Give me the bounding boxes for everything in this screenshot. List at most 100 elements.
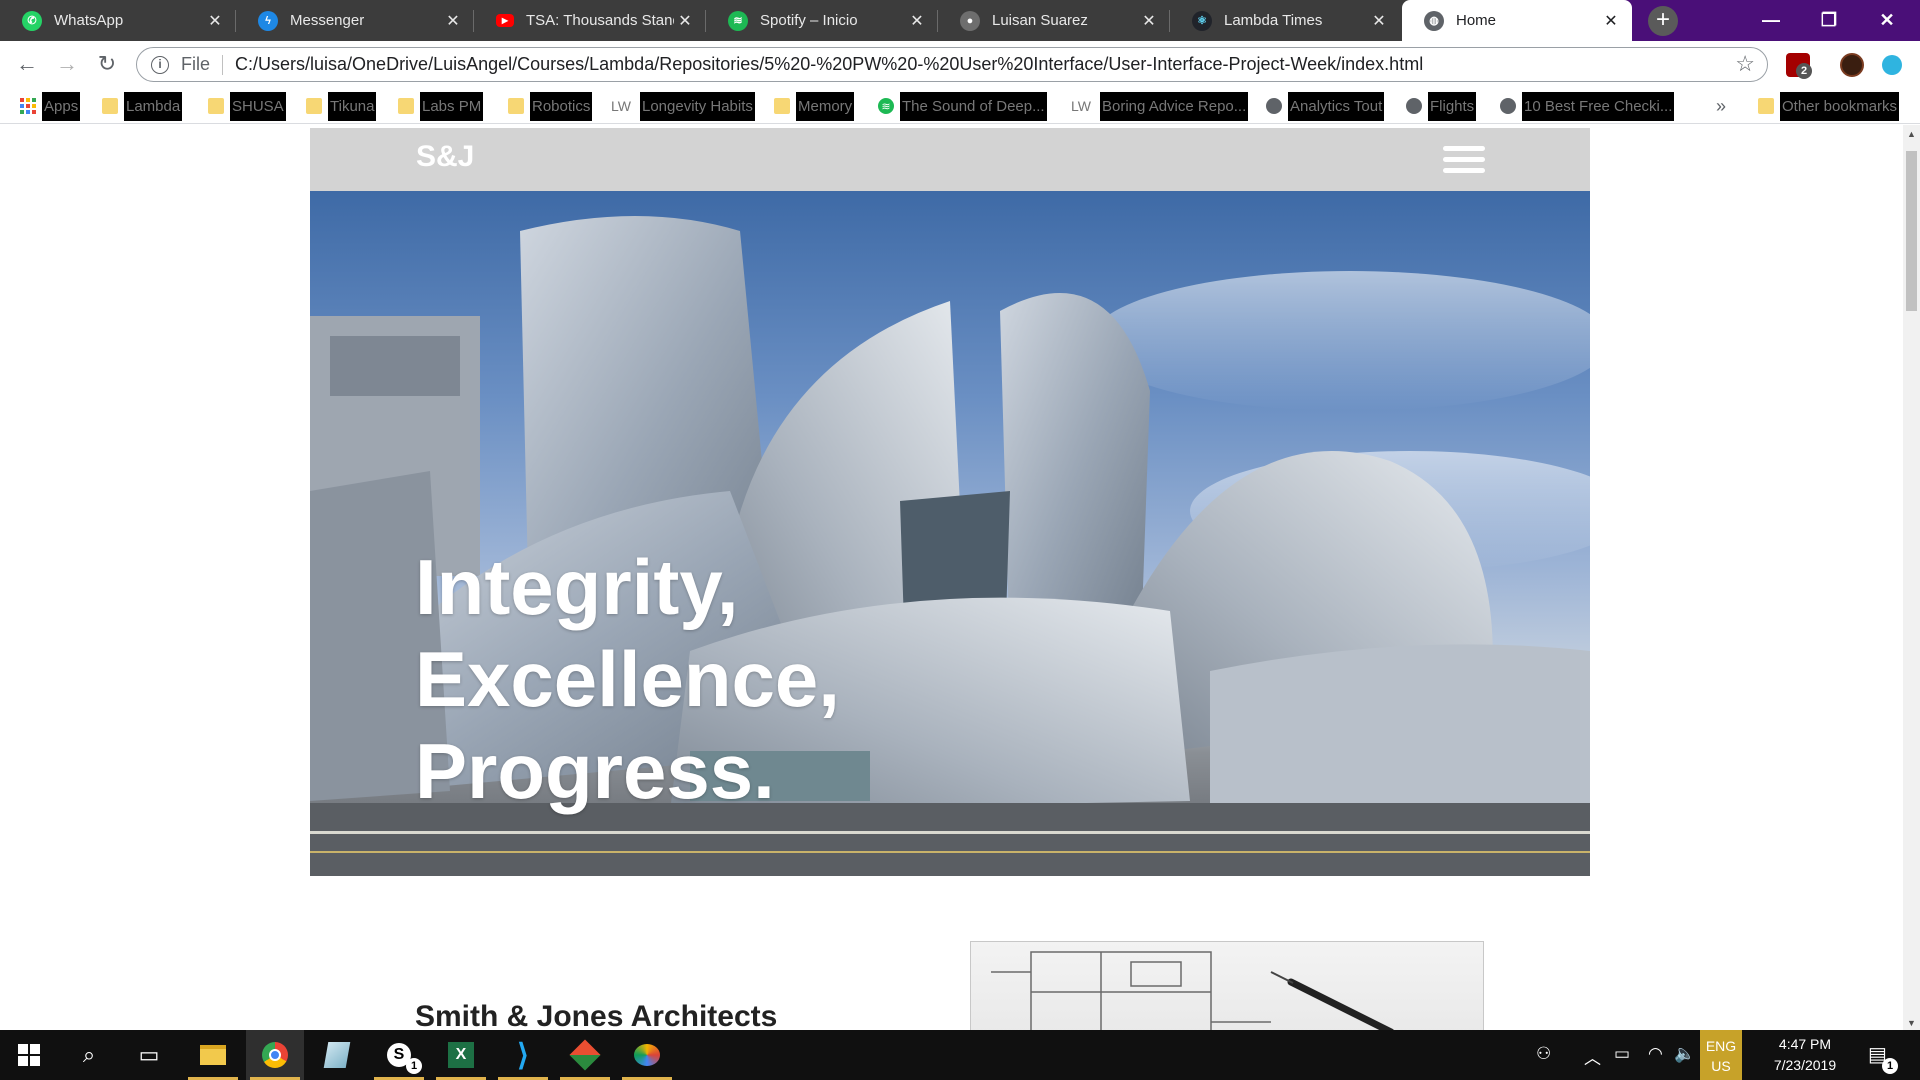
profile-avatar[interactable] — [1840, 53, 1864, 77]
extension-icon[interactable] — [1882, 55, 1902, 75]
info-icon[interactable]: i — [151, 55, 169, 74]
scroll-down-arrow[interactable]: ▼ — [1903, 1018, 1920, 1028]
tab-spotify[interactable]: ≋ Spotify – Inicio ✕ — [706, 0, 938, 41]
windows-logo-icon — [18, 1044, 40, 1066]
scroll-up-arrow[interactable]: ▲ — [1903, 129, 1920, 139]
whatsapp-icon: ✆ — [22, 10, 42, 31]
bookmark-label: Labs PM — [420, 91, 484, 121]
minimize-button[interactable]: — — [1742, 0, 1800, 41]
bookmark-folder-memory[interactable]: Memory — [774, 88, 855, 124]
show-hidden-icons[interactable]: ︿ — [1584, 1044, 1601, 1069]
folder-icon — [398, 98, 414, 114]
bookmark-folder-labs-pm[interactable]: Labs PM — [398, 88, 484, 124]
people-icon[interactable]: ⚇ — [1536, 1044, 1551, 1064]
site-logo[interactable]: S&J — [416, 140, 474, 174]
bookmark-label: The Sound of Deep... — [900, 91, 1047, 121]
close-tab-icon[interactable]: ✕ — [674, 11, 696, 31]
taskbar-vscode[interactable]: ⟩ — [494, 1030, 552, 1080]
apps-grid-icon — [20, 98, 36, 114]
restore-button[interactable]: ❐ — [1800, 0, 1858, 41]
bookmark-longevity-habits[interactable]: LW Longevity Habits — [608, 88, 755, 124]
git-icon — [569, 1039, 601, 1071]
taskbar-app[interactable] — [308, 1030, 366, 1080]
forward-button[interactable]: → — [51, 49, 83, 81]
tab-messenger[interactable]: ϟ Messenger ✕ — [236, 0, 474, 41]
bookmark-label: Robotics — [530, 91, 593, 121]
folder-icon — [1758, 98, 1774, 114]
other-bookmarks-folder[interactable]: Other bookmarks — [1758, 88, 1900, 124]
windows-taskbar: ⌕ ▭ S 1 X ⟩ ⚇ ︿ ▭ ◠ 🔈 ENG US 4:47 PM 7/2… — [0, 1030, 1920, 1080]
bookmark-label: Boring Advice Repo... — [1100, 91, 1249, 121]
bookmark-folder-robotics[interactable]: Robotics — [508, 88, 593, 124]
address-bar[interactable]: i File C:/Users/luisa/OneDrive/LuisAngel… — [136, 47, 1768, 82]
chrome-icon — [262, 1042, 288, 1068]
search-icon: ⌕ — [82, 1042, 96, 1067]
tab-lambda-times[interactable]: ⚛ Lambda Times ✕ — [1170, 0, 1400, 41]
tab-home[interactable]: ◍ Home ✕ — [1402, 0, 1632, 41]
bookmark-label: SHUSA — [230, 91, 286, 121]
bookmark-boring-advice[interactable]: LW Boring Advice Repo... — [1068, 88, 1249, 124]
hero-line: Excellence, — [415, 635, 840, 723]
bookmark-folder-shusa[interactable]: SHUSA — [208, 88, 286, 124]
tab-title: WhatsApp — [54, 12, 124, 29]
bookmark-flights[interactable]: Flights — [1406, 88, 1477, 124]
folder-icon — [508, 98, 524, 114]
excel-icon: X — [448, 1042, 474, 1068]
taskbar-file-explorer[interactable] — [184, 1030, 242, 1080]
bookmarks-overflow-button[interactable]: » — [1716, 88, 1726, 124]
folder-icon — [306, 98, 322, 114]
search-button[interactable]: ⌕ — [60, 1030, 118, 1080]
bookmark-folder-lambda[interactable]: Lambda — [102, 88, 183, 124]
folder-icon — [208, 98, 224, 114]
wifi-icon[interactable]: ◠ — [1648, 1044, 1663, 1064]
bookmark-best-free-checking[interactable]: 10 Best Free Checki... — [1500, 88, 1675, 124]
close-tab-icon[interactable]: ✕ — [1600, 11, 1622, 31]
bookmark-label: Analytics Tout — [1288, 91, 1385, 121]
taskbar-chrome[interactable] — [246, 1030, 304, 1080]
hero-tagline: Integrity, Excellence, Progress. — [415, 541, 840, 817]
close-window-button[interactable]: ✕ — [1858, 0, 1916, 41]
close-tab-icon[interactable]: ✕ — [1368, 11, 1390, 31]
company-heading: Smith & Jones Architects — [415, 1000, 778, 1030]
bookmark-label: Lambda — [124, 91, 183, 121]
hamburger-menu-icon[interactable] — [1443, 146, 1485, 176]
url-scheme: File — [181, 54, 211, 74]
battery-icon[interactable]: ▭ — [1614, 1044, 1630, 1064]
new-tab-button[interactable]: + — [1648, 6, 1678, 36]
url-text[interactable]: C:/Users/luisa/OneDrive/LuisAngel/Course… — [235, 54, 1423, 75]
system-clock[interactable]: 4:47 PM 7/23/2019 — [1755, 1034, 1855, 1076]
folder-icon — [774, 98, 790, 114]
close-tab-icon[interactable]: ✕ — [442, 11, 464, 31]
ublock-extension-icon[interactable]: 2 — [1786, 53, 1812, 79]
extension-badge: 2 — [1796, 63, 1812, 79]
bookmark-star-icon[interactable]: ☆ — [1735, 51, 1755, 77]
page-scrollbar[interactable]: ▲ ▼ — [1903, 125, 1920, 1030]
tab-title: Luisan Suarez — [992, 12, 1088, 29]
close-tab-icon[interactable]: ✕ — [204, 11, 226, 31]
taskbar-paint[interactable] — [618, 1030, 676, 1080]
folder-icon — [102, 98, 118, 114]
bookmark-label: Apps — [42, 91, 81, 121]
reload-button[interactable]: ↻ — [91, 49, 123, 81]
language-indicator[interactable]: ENG US — [1700, 1030, 1742, 1080]
tab-youtube[interactable]: ▶ TSA: Thousands Standi ✕ — [474, 0, 706, 41]
bookmark-analytics-tout[interactable]: Analytics Tout — [1266, 88, 1385, 124]
scroll-thumb[interactable] — [1906, 151, 1917, 311]
tab-github[interactable]: ● Luisan Suarez ✕ — [938, 0, 1170, 41]
tab-whatsapp[interactable]: ✆ WhatsApp ✕ — [0, 0, 236, 41]
bookmark-folder-tikuna[interactable]: Tikuna — [306, 88, 377, 124]
spotify-icon: ≋ — [878, 98, 894, 114]
close-tab-icon[interactable]: ✕ — [906, 11, 928, 31]
youtube-icon: ▶ — [496, 14, 514, 27]
back-button[interactable]: ← — [11, 49, 43, 81]
start-button[interactable] — [0, 1030, 58, 1080]
task-view-button[interactable]: ▭ — [120, 1030, 178, 1080]
taskbar-excel[interactable]: X — [432, 1030, 490, 1080]
tab-strip: ✆ WhatsApp ✕ ϟ Messenger ✕ ▶ TSA: Thousa… — [0, 0, 1920, 41]
close-tab-icon[interactable]: ✕ — [1138, 11, 1160, 31]
bookmark-apps[interactable]: Apps — [20, 88, 81, 124]
volume-icon[interactable]: 🔈 — [1674, 1044, 1695, 1064]
taskbar-skype[interactable]: S 1 — [370, 1030, 428, 1080]
bookmark-spotify[interactable]: ≋ The Sound of Deep... — [878, 88, 1047, 124]
taskbar-git[interactable] — [556, 1030, 614, 1080]
